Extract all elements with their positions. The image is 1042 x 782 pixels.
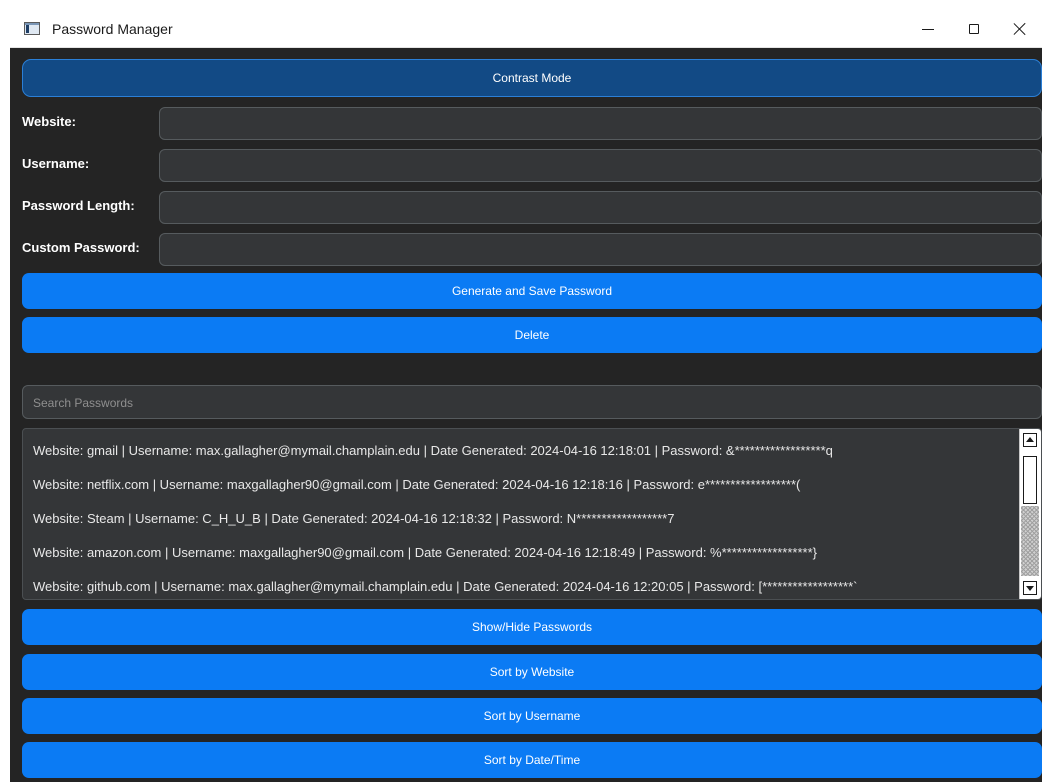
minimize-button[interactable] xyxy=(905,11,951,47)
username-input[interactable] xyxy=(159,149,1042,182)
website-label: Website: xyxy=(22,114,76,129)
password-length-label: Password Length: xyxy=(22,198,135,213)
show-hide-passwords-button[interactable]: Show/Hide Passwords xyxy=(22,609,1042,645)
close-button[interactable] xyxy=(997,11,1042,47)
list-item[interactable]: Website: netflix.com | Username: maxgall… xyxy=(33,475,1011,495)
contrast-mode-button[interactable]: Contrast Mode xyxy=(22,59,1042,97)
website-input[interactable] xyxy=(159,107,1042,140)
minimize-icon xyxy=(922,28,934,30)
scrollbar-track[interactable] xyxy=(1021,506,1039,576)
list-item[interactable]: Website: gmail | Username: max.gallagher… xyxy=(33,441,1011,461)
title-bar: Password Manager xyxy=(10,11,1042,48)
app-icon xyxy=(24,22,40,35)
custom-password-label: Custom Password: xyxy=(22,240,140,255)
window-title: Password Manager xyxy=(52,21,173,37)
close-icon xyxy=(1013,22,1027,36)
custom-password-input[interactable] xyxy=(159,233,1042,266)
scroll-down-arrow-icon[interactable] xyxy=(1023,581,1037,595)
sort-by-website-button[interactable]: Sort by Website xyxy=(22,654,1042,690)
list-item[interactable]: Website: Steam | Username: C_H_U_B | Dat… xyxy=(33,509,1011,529)
list-item[interactable]: Website: amazon.com | Username: maxgalla… xyxy=(33,543,1011,563)
sort-by-username-button[interactable]: Sort by Username xyxy=(22,698,1042,734)
scroll-up-arrow-icon[interactable] xyxy=(1023,433,1037,447)
password-list[interactable]: Website: gmail | Username: max.gallagher… xyxy=(22,428,1042,600)
list-scrollbar[interactable] xyxy=(1019,429,1041,599)
delete-button[interactable]: Delete xyxy=(22,317,1042,353)
maximize-icon xyxy=(969,24,979,34)
username-label: Username: xyxy=(22,156,90,171)
app-window: Password Manager Contrast Mode Website: … xyxy=(10,11,1042,782)
sort-by-datetime-button[interactable]: Sort by Date/Time xyxy=(22,742,1042,778)
search-input[interactable]: Search Passwords xyxy=(22,385,1042,419)
password-length-input[interactable] xyxy=(159,191,1042,224)
list-item[interactable]: Website: github.com | Username: max.gall… xyxy=(33,577,1011,597)
generate-save-button[interactable]: Generate and Save Password xyxy=(22,273,1042,309)
maximize-button[interactable] xyxy=(951,11,997,47)
scrollbar-thumb[interactable] xyxy=(1023,456,1037,504)
